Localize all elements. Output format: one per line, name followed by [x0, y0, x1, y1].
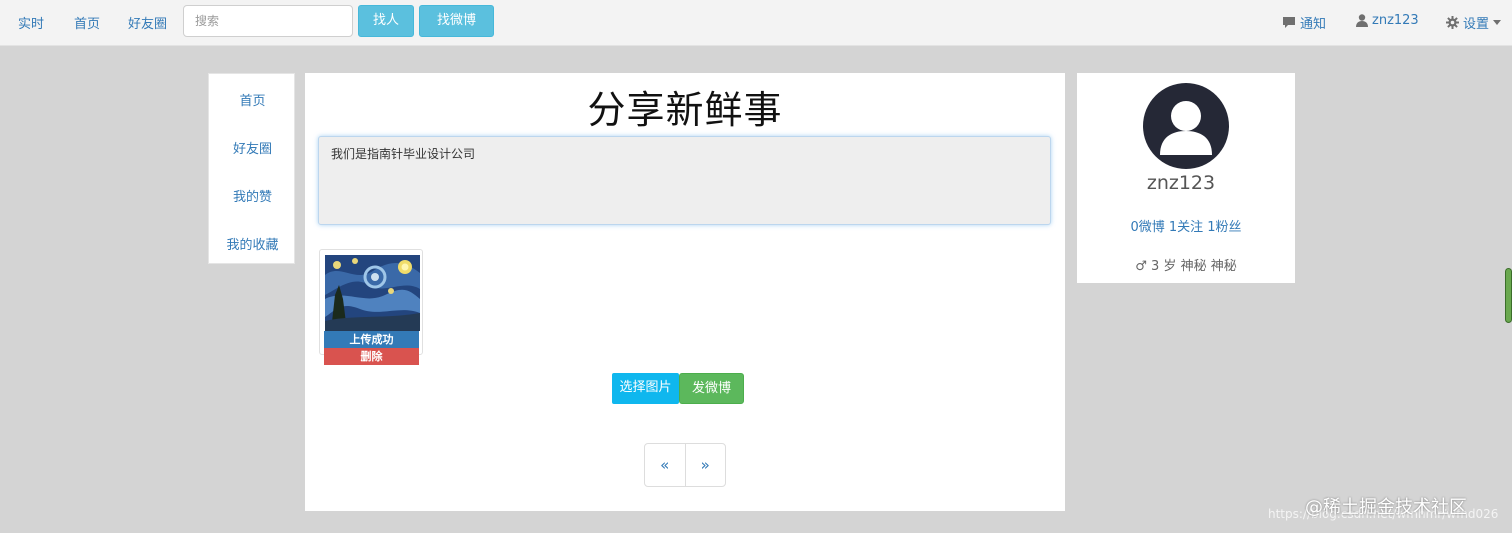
- delete-image-button[interactable]: 删除: [324, 348, 419, 365]
- nav-item-home[interactable]: 首页: [74, 13, 100, 32]
- profile-stats: 0微博 1关注 1粉丝: [1077, 216, 1295, 235]
- scrollbar-thumb[interactable]: [1505, 268, 1512, 323]
- compose-panel: 分享新鲜事 上传成功 删除 选择图片 发微博 « »: [305, 73, 1065, 511]
- profile-tag: 神秘: [1210, 259, 1237, 274]
- following-count-link[interactable]: 1关注: [1169, 220, 1203, 235]
- username-label: znz123: [1372, 13, 1419, 28]
- find-weibo-button[interactable]: 找微博: [419, 5, 494, 37]
- left-menu-item-home[interactable]: 首页: [209, 90, 296, 109]
- profile-age: 3 岁: [1151, 259, 1177, 274]
- search-input[interactable]: [183, 5, 353, 37]
- page-title: 分享新鲜事: [587, 88, 783, 132]
- fans-count-link[interactable]: 1粉丝: [1207, 220, 1241, 235]
- left-menu-item-favorites[interactable]: 我的收藏: [209, 234, 296, 253]
- left-menu-item-friends[interactable]: 好友圈: [209, 138, 296, 157]
- avatar[interactable]: [1143, 83, 1229, 169]
- nav-item-friends[interactable]: 好友圈: [128, 13, 167, 32]
- find-person-button[interactable]: 找人: [358, 5, 414, 37]
- choose-image-button[interactable]: 选择图片: [612, 373, 679, 404]
- pagination: « »: [644, 443, 726, 487]
- user-link[interactable]: znz123: [1356, 13, 1419, 28]
- profile-tag: 神秘: [1180, 259, 1207, 274]
- settings-dropdown[interactable]: 设置: [1446, 13, 1502, 32]
- profile-username: znz123: [1146, 172, 1216, 194]
- post-weibo-button[interactable]: 发微博: [679, 373, 744, 404]
- nav-item-realtime[interactable]: 实时: [18, 13, 44, 32]
- comment-icon: [1282, 16, 1296, 29]
- watermark: @稀土掘金技术社区: [1305, 497, 1467, 518]
- upload-status-badge: 上传成功: [324, 331, 419, 348]
- pagination-prev[interactable]: «: [645, 444, 685, 486]
- pagination-next[interactable]: »: [684, 444, 726, 486]
- left-menu: 首页 好友圈 我的赞 我的收藏: [208, 73, 295, 264]
- user-icon: [1356, 14, 1368, 27]
- left-menu-item-likes[interactable]: 我的赞: [209, 186, 296, 205]
- settings-label: 设置: [1463, 17, 1490, 32]
- profile-info: ♂ 3 岁 神秘 神秘: [1077, 255, 1295, 274]
- gender-icon: ♂: [1135, 259, 1147, 274]
- user-avatar-icon: [1160, 101, 1212, 155]
- top-navbar: 实时 首页 好友圈 找人 找微博 通知 znz123: [0, 0, 1512, 46]
- notification-link[interactable]: 通知: [1282, 13, 1326, 32]
- notification-label: 通知: [1300, 17, 1327, 32]
- post-textarea[interactable]: [318, 136, 1051, 225]
- gear-icon: [1446, 16, 1459, 29]
- caret-down-icon: [1493, 20, 1502, 25]
- profile-card: znz123 0微博 1关注 1粉丝 ♂ 3 岁 神秘 神秘: [1077, 73, 1295, 283]
- uploaded-image-thumbnail: [325, 255, 420, 331]
- weibo-count-link[interactable]: 0微博: [1130, 220, 1164, 235]
